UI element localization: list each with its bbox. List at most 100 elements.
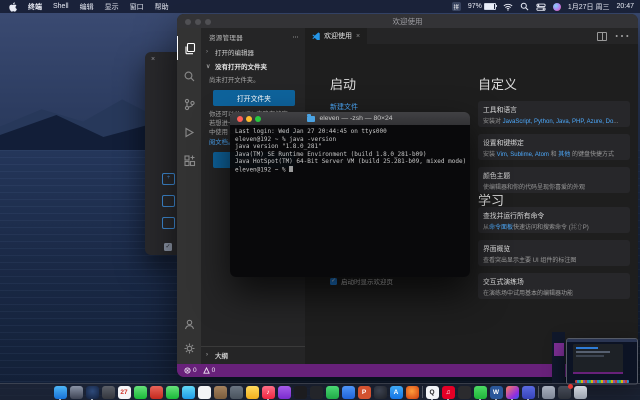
dock-icon-minimized-window-1[interactable] xyxy=(542,386,555,399)
dock-icon-tv[interactable] xyxy=(294,386,307,399)
menu-bar-date[interactable]: 1月27日 周三 xyxy=(568,2,610,12)
dock-icon-calendar[interactable]: 27 xyxy=(118,386,131,399)
minimize-window-button[interactable] xyxy=(195,19,201,25)
dock-icon-firefox[interactable] xyxy=(406,386,419,399)
vscode-logo-icon xyxy=(312,32,320,40)
dock-icon-freeform[interactable] xyxy=(102,386,115,399)
extensions-icon[interactable] xyxy=(177,148,201,172)
card-commands[interactable]: 查找并运行所有命令 从命令面板快速访问和搜索命令 (⌘⇧P) xyxy=(478,207,630,233)
new-file-icon[interactable]: + xyxy=(162,173,175,185)
dock-icon-qq[interactable]: Q xyxy=(426,386,439,399)
card-keybindings[interactable]: 设置和键绑定 安装 Vim, Sublime, Atom 和 其他 的键盘快捷方… xyxy=(478,134,630,160)
siri-icon[interactable] xyxy=(553,3,561,11)
close-icon[interactable]: × xyxy=(151,56,155,63)
battery-indicator[interactable]: 97% xyxy=(468,3,496,10)
menu-window[interactable]: 窗口 xyxy=(130,2,144,12)
dock-icon-books[interactable] xyxy=(214,386,227,399)
close-tab-icon[interactable]: × xyxy=(356,33,360,40)
no-folder-section[interactable]: ∨ 没有打开的文件夹 xyxy=(201,59,305,73)
spotlight-search-icon[interactable] xyxy=(520,2,529,11)
explorer-icon[interactable] xyxy=(177,36,202,60)
open-editors-section[interactable]: › 打开的编辑器 xyxy=(201,45,305,59)
menu-bar-time[interactable]: 20:47 xyxy=(616,3,634,10)
outline-section[interactable]: › 大纲 xyxy=(201,346,305,364)
menu-view[interactable]: 显示 xyxy=(105,2,119,12)
folder-icon[interactable] xyxy=(162,217,175,229)
editor-more-actions-icon[interactable]: ⋯ xyxy=(614,26,630,46)
dock-icon-powerpoint[interactable]: P xyxy=(358,386,371,399)
source-control-icon[interactable] xyxy=(177,92,201,116)
warning-icon xyxy=(203,367,210,374)
vscode-title-bar[interactable]: 欢迎使用 xyxy=(177,14,638,28)
minimize-window-button[interactable] xyxy=(246,116,252,122)
terminal-line: eleven@192 ~ % xyxy=(235,166,465,174)
zoom-window-button[interactable] xyxy=(255,116,261,122)
open-folder-button[interactable]: 打开文件夹 xyxy=(213,90,295,106)
dock-icon-reminders[interactable] xyxy=(230,386,243,399)
close-window-button[interactable] xyxy=(185,19,191,25)
close-window-button[interactable] xyxy=(237,116,243,122)
dock-icon-vscode[interactable] xyxy=(522,386,535,399)
menu-shell[interactable]: Shell xyxy=(53,3,69,10)
dock-icon-launchpad[interactable] xyxy=(70,386,83,399)
checkbox-checked-icon[interactable]: ✓ xyxy=(330,278,337,285)
tab-bar: 欢迎使用 × ⋯ xyxy=(305,28,638,44)
dock-icon-app-store[interactable]: A xyxy=(390,386,403,399)
dock-icon-keynote[interactable] xyxy=(342,386,355,399)
show-on-startup[interactable]: ✓ 启动时显示欢迎页 xyxy=(330,276,393,286)
menu-help[interactable]: 帮助 xyxy=(155,2,169,12)
dock-icon-safari[interactable] xyxy=(86,386,99,399)
apple-menu-icon[interactable] xyxy=(9,2,17,12)
terminal-cursor xyxy=(289,166,293,173)
dock-icon-intellij-idea[interactable] xyxy=(506,386,519,399)
menu-terminal[interactable]: 终端 xyxy=(28,2,42,12)
window-title: 欢迎使用 xyxy=(393,16,423,27)
dock-icon-numbers[interactable] xyxy=(326,386,339,399)
dock-icon-trash[interactable] xyxy=(574,386,587,399)
dock-icon-mail[interactable] xyxy=(150,386,163,399)
errors-count[interactable]: 0 xyxy=(184,367,197,374)
dock-icon-music[interactable]: ♪ xyxy=(262,386,275,399)
terminal-body[interactable]: Last login: Wed Jan 27 20:44:45 on ttys0… xyxy=(230,125,470,277)
card-interface-overview[interactable]: 界面概览 查看突出显示主要 UI 组件的标注图 xyxy=(478,240,630,266)
dock-icon-news[interactable] xyxy=(310,386,323,399)
dock-icon-finder[interactable] xyxy=(54,386,67,399)
chevron-right-icon: › xyxy=(206,352,212,358)
card-tools-languages[interactable]: 工具和语言 安装对 JavaScript, Python, Java, PHP,… xyxy=(478,101,630,127)
dock-icon-podcasts[interactable] xyxy=(278,386,291,399)
split-editor-icon[interactable] xyxy=(597,32,607,41)
dock-icon-photos[interactable] xyxy=(198,386,211,399)
wifi-icon[interactable] xyxy=(503,3,513,11)
dock-icon-wechat[interactable] xyxy=(474,386,487,399)
dock-icon-netease-music[interactable]: ♫ xyxy=(442,386,455,399)
card-playground[interactable]: 交互式演练场 在演练场中试用基本的编辑器功能 xyxy=(478,273,630,299)
dock-icon-typora[interactable] xyxy=(458,386,471,399)
dock-icon-messages[interactable] xyxy=(134,386,147,399)
background-window[interactable]: × + ✓ xyxy=(145,52,179,255)
dock-icon-photoshop-sphere[interactable] xyxy=(374,386,387,399)
separator-1 xyxy=(422,386,423,398)
checkbox-icon[interactable]: ✓ xyxy=(164,243,172,251)
screen-preview-window[interactable] xyxy=(566,338,638,385)
input-source-icon[interactable]: 拼 xyxy=(452,2,461,11)
preview-ide-window xyxy=(573,344,623,374)
settings-gear-icon[interactable] xyxy=(177,336,201,360)
new-file-link[interactable]: 新建文件 xyxy=(330,104,358,111)
more-actions-icon[interactable]: ⋯ xyxy=(292,33,299,41)
control-center-icon[interactable] xyxy=(536,3,546,11)
warnings-count[interactable]: 0 xyxy=(203,367,216,374)
copy-icon[interactable] xyxy=(162,195,175,207)
dock-icon-maps[interactable] xyxy=(182,386,195,399)
terminal-title-bar[interactable]: eleven — -zsh — 80×24 xyxy=(230,112,470,125)
dock-icon-word[interactable]: W xyxy=(490,386,503,399)
dock-icon-files[interactable] xyxy=(246,386,259,399)
search-icon[interactable] xyxy=(177,64,201,88)
tab-welcome[interactable]: 欢迎使用 × xyxy=(305,28,367,44)
terminal-window: eleven — -zsh — 80×24 Last login: Wed Ja… xyxy=(230,112,470,277)
accounts-icon[interactable] xyxy=(177,312,201,336)
menu-edit[interactable]: 编辑 xyxy=(80,2,94,12)
dock-icon-minimized-window-2[interactable] xyxy=(558,386,571,399)
zoom-window-button[interactable] xyxy=(205,19,211,25)
run-debug-icon[interactable] xyxy=(177,120,201,144)
dock-icon-facetime[interactable] xyxy=(166,386,179,399)
